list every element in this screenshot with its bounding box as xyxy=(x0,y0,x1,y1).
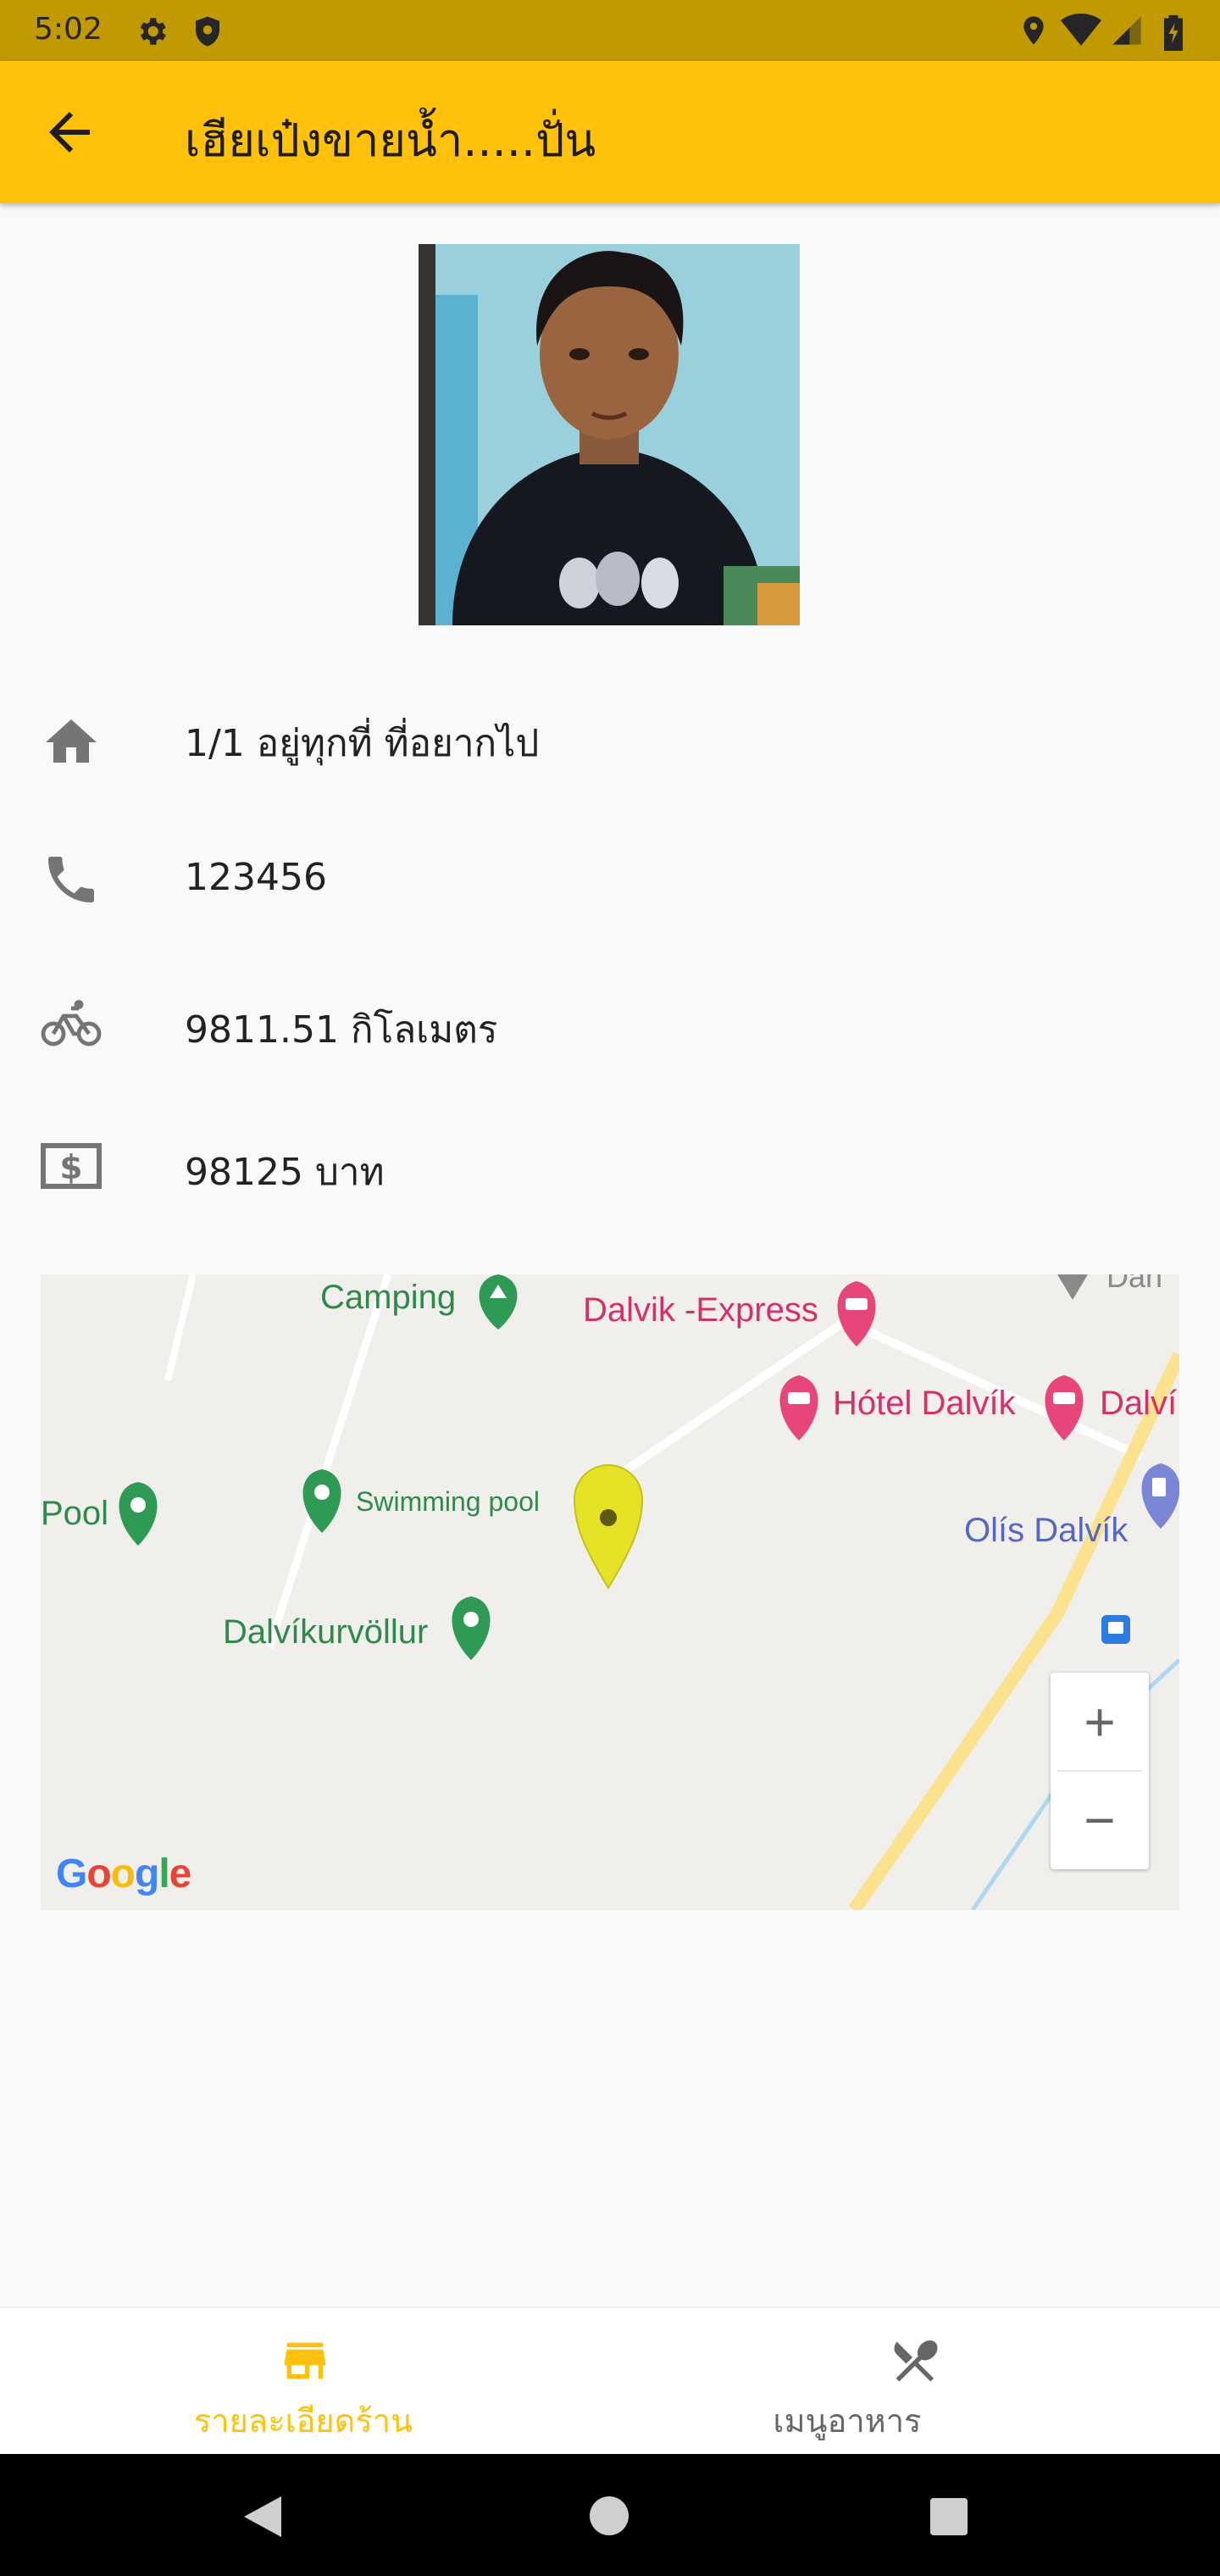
distance-row: 9811.51 กิโลเมตร xyxy=(0,973,1220,1074)
phone-row: 123456 xyxy=(0,829,1220,930)
svg-text:$: $ xyxy=(59,1149,82,1187)
app-bar: เฮียเป๋งขายน้ำ.....ปั่น xyxy=(0,61,1220,203)
home-circle-icon[interactable] xyxy=(590,2496,629,2535)
map-label-dalvik-cut: Dalví xyxy=(1100,1385,1178,1422)
map-label-pool: Pool xyxy=(41,1495,109,1532)
hotel-dalvik-marker-icon[interactable] xyxy=(779,1375,818,1441)
map-zoom-controls: + − xyxy=(1051,1673,1149,1869)
wifi-icon xyxy=(1061,14,1101,46)
store-icon xyxy=(285,2342,325,2379)
address-text: 1/1 อยู่ทุกที่ ที่อยากไป xyxy=(185,722,540,765)
phone-text: 123456 xyxy=(185,856,327,899)
nav-item-food-menu[interactable]: เมนูอาหาร xyxy=(610,2308,1220,2456)
nav-label-food-menu: เมนูอาหาร xyxy=(773,2402,922,2440)
map-label-swimming-pool: Swimming pool xyxy=(356,1486,540,1517)
map-label-hotel-dalvik: Hótel Dalvík xyxy=(833,1385,1016,1422)
signal-icon xyxy=(1112,16,1141,45)
shop-owner-photo xyxy=(419,244,800,625)
zoom-out-button[interactable]: − xyxy=(1051,1771,1149,1869)
gear-icon xyxy=(140,18,166,45)
home-icon xyxy=(46,719,97,763)
map-label-camping: Camping xyxy=(320,1279,457,1316)
map-label-olis-dalvik: Olís Dalvík xyxy=(964,1512,1128,1549)
status-time: 5:02 xyxy=(34,12,103,47)
back-triangle-icon[interactable] xyxy=(244,2496,281,2537)
phone-icon xyxy=(48,857,94,902)
gas-station-marker-icon[interactable] xyxy=(1141,1463,1180,1529)
status-bar: 5:02 xyxy=(0,0,1220,61)
distance-text: 9811.51 กิโลเมตร xyxy=(185,1008,498,1052)
system-navigation-bar xyxy=(0,2454,1220,2576)
shop-location-pin-icon[interactable] xyxy=(573,1464,644,1590)
money-icon: $ xyxy=(41,1143,102,1189)
price-row: $ 98125 บาท xyxy=(0,1115,1220,1217)
recents-square-icon[interactable] xyxy=(930,2498,968,2535)
zoom-in-button[interactable]: + xyxy=(1051,1673,1149,1771)
restaurant-icon xyxy=(894,2340,938,2382)
shield-icon xyxy=(196,16,219,47)
page-title: เฮียเป๋งขายน้ำ.....ปั่น xyxy=(185,114,596,167)
pool-marker-icon[interactable] xyxy=(119,1482,158,1546)
price-text: 98125 บาท xyxy=(185,1151,385,1194)
bike-icon xyxy=(41,1000,102,1046)
top-marker-icon xyxy=(1057,1274,1088,1300)
google-logo: Google xyxy=(56,1852,191,1896)
map-label-dalvik-express: Dalvik -Express xyxy=(583,1291,818,1329)
camping-marker-icon[interactable] xyxy=(479,1274,518,1330)
bottom-navigation: รายละเอียดร้าน เมนูอาหาร xyxy=(0,2307,1220,2454)
battery-icon xyxy=(1164,14,1183,51)
map-view[interactable]: Camping Dalvik -Express Hótel Dalvík Dal… xyxy=(41,1274,1179,1910)
stadium-marker-icon[interactable] xyxy=(452,1596,491,1660)
map-label-top-right: Dan xyxy=(1106,1274,1163,1294)
map-label-dalvikurvollur: Dalvíkurvöllur xyxy=(223,1613,429,1651)
nav-label-shop-details: รายละเอียดร้าน xyxy=(193,2402,413,2440)
nav-item-shop-details[interactable]: รายละเอียดร้าน xyxy=(0,2308,610,2456)
address-row: 1/1 อยู่ทุกที่ ที่อยากไป xyxy=(0,686,1220,788)
location-icon xyxy=(1023,16,1044,45)
arrow-back-icon[interactable] xyxy=(39,102,100,163)
